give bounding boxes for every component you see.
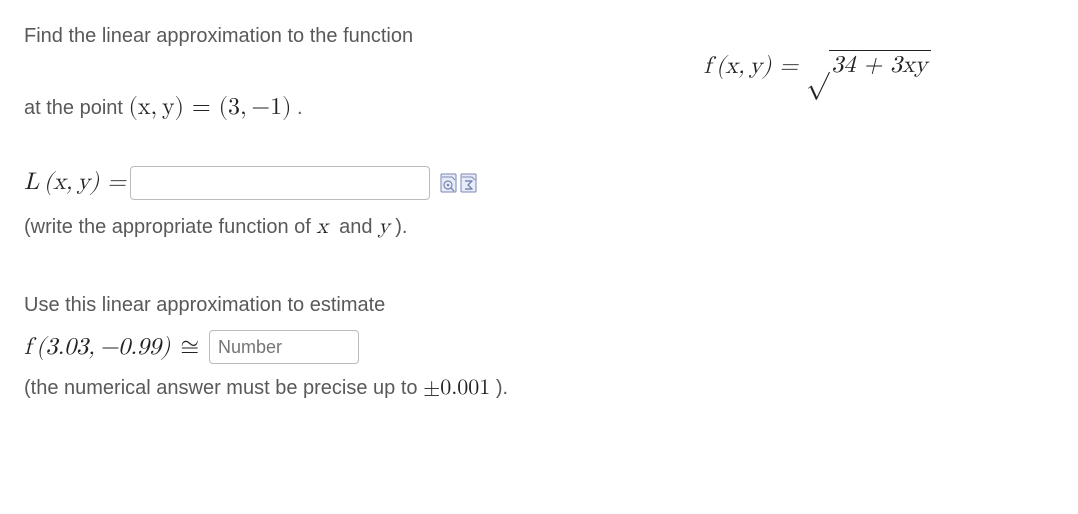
at-point-math: (x, y) = (3, −1) <box>129 95 292 119</box>
L-subnote: (write the appropriate function of x and… <box>24 211 674 244</box>
at-point-pre: at the point <box>24 97 129 119</box>
function-formula: f (x, y) = √ 34 + 3xy <box>704 50 1054 81</box>
radicand: 34 + 3xy <box>829 50 931 80</box>
radical-icon: √ <box>806 51 829 79</box>
precision-note: (the numerical answer must be precise up… <box>24 372 674 405</box>
prompt-line-1: Find the linear approximation to the fun… <box>24 20 674 52</box>
L-label: L (x, y) = <box>24 162 126 203</box>
note1-x: x <box>316 216 328 238</box>
prompt-text-1: Find the linear approximation to the fun… <box>24 25 413 47</box>
prompt-line-at-point: at the point (x, y) = (3, −1) . <box>24 88 674 126</box>
note1-post: ). <box>390 216 408 238</box>
approx-symbol: ≅ <box>174 333 205 362</box>
note2-math: ±0.001 <box>423 377 490 399</box>
note2-post: ). <box>490 377 508 399</box>
equation-editor-icon[interactable] <box>460 173 478 193</box>
sqrt-expression: √ 34 + 3xy <box>806 50 931 80</box>
f-eval-row: f (3.03, −0.99) ≅ <box>24 330 674 364</box>
preview-icon[interactable] <box>440 173 458 193</box>
f-eval-input[interactable] <box>209 330 359 364</box>
note1-mid: and <box>328 216 378 238</box>
f-eval-label: f (3.03, −0.99) <box>24 333 170 362</box>
at-point-post: . <box>291 97 302 119</box>
L-input-row: L (x, y) = <box>24 162 674 203</box>
f-lhs: f (x, y) = <box>704 54 806 78</box>
note1-pre: (write the appropriate function of <box>24 216 316 238</box>
prompt-line-2: Use this linear approximation to estimat… <box>24 290 674 320</box>
note2-pre: (the numerical answer must be precise up… <box>24 377 423 399</box>
L-answer-input[interactable] <box>130 166 430 200</box>
note1-y: y <box>378 216 390 238</box>
prompt-text-2: Use this linear approximation to estimat… <box>24 294 385 316</box>
